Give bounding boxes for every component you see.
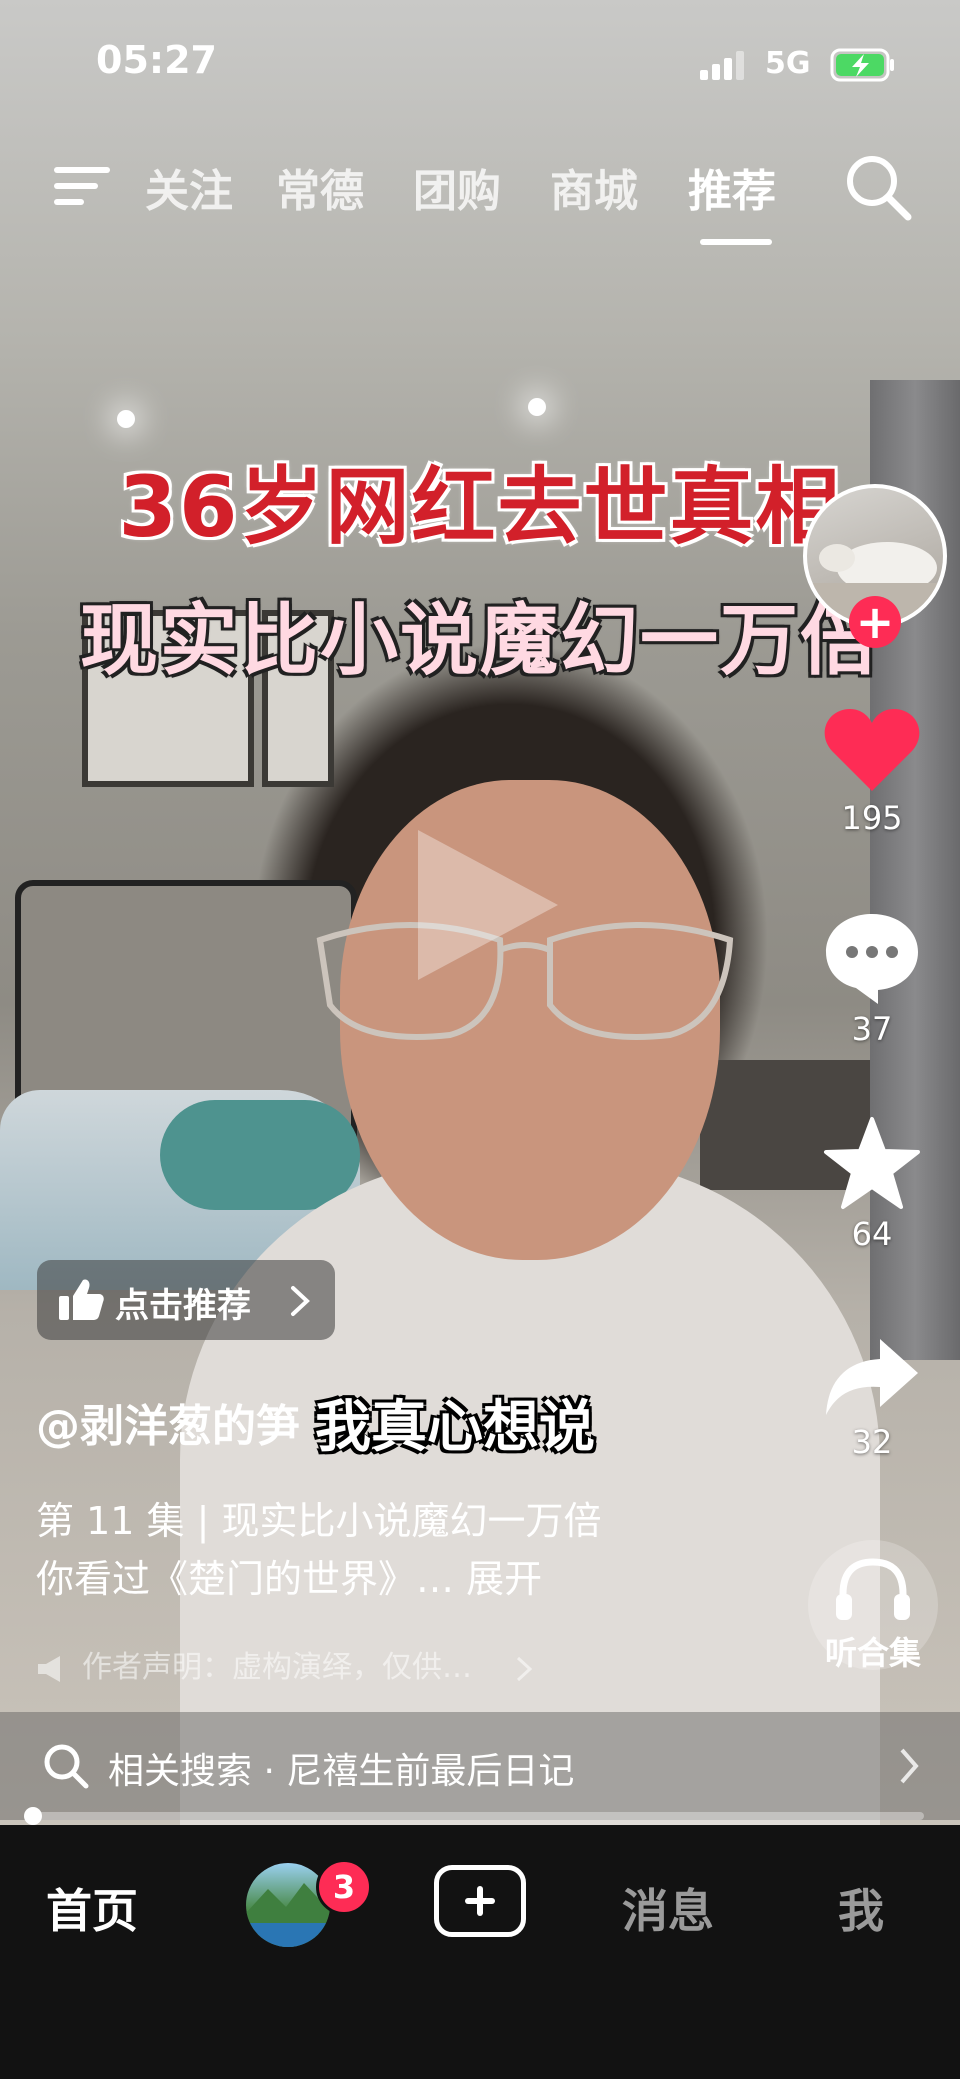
bottom-nav: 首页 3 消息 我	[0, 1825, 960, 2079]
create-button[interactable]	[434, 1865, 526, 1937]
nav-messages[interactable]: 消息	[622, 1875, 714, 1941]
related-search-text: 相关搜索 · 尼禧生前最后日记	[108, 1751, 575, 1792]
favorite-button[interactable]: 64	[812, 1115, 932, 1253]
headphones-icon	[836, 1558, 910, 1620]
battery-charging-icon	[830, 48, 894, 82]
heart-icon	[824, 709, 920, 791]
favorite-count: 64	[851, 1215, 893, 1253]
thumbs-up-icon	[59, 1279, 104, 1320]
status-bar: 05:27 5G	[0, 0, 960, 120]
status-time: 05:27	[96, 38, 217, 82]
disclaimer-text: 作者声明：虚构演绎，仅供…	[82, 1650, 472, 1685]
ceiling-light	[528, 398, 546, 416]
comment-button[interactable]: 37	[812, 910, 932, 1048]
active-tab-indicator	[700, 239, 772, 245]
comment-icon	[826, 914, 918, 1004]
like-count: 195	[841, 799, 903, 837]
follow-button[interactable]: +	[849, 596, 901, 648]
tab-recommend[interactable]: 推荐	[688, 155, 776, 219]
ceiling-light	[117, 410, 135, 428]
video-progress-bar[interactable]	[24, 1807, 924, 1825]
comment-count: 37	[851, 1010, 893, 1048]
nav-me[interactable]: 我	[838, 1875, 884, 1941]
chevron-right-icon	[900, 1748, 919, 1784]
pillow	[160, 1100, 360, 1210]
recommend-label: 点击推荐	[115, 1286, 251, 1326]
author-disclaimer[interactable]: 作者声明：虚构演绎，仅供…	[36, 1642, 534, 1686]
share-count: 32	[851, 1423, 893, 1461]
top-tab-bar: 关注 常德 团购 商城 推荐	[0, 145, 960, 245]
tab-local[interactable]: 常德	[276, 155, 364, 219]
tab-group-buy[interactable]: 团购	[413, 155, 501, 219]
progress-handle[interactable]	[24, 1807, 42, 1825]
nav-home[interactable]: 首页	[46, 1875, 138, 1941]
signal-icon	[700, 51, 744, 80]
episode-title[interactable]: 第 11 集 | 现实比小说魔幻一万倍	[36, 1490, 601, 1545]
star-icon	[824, 1117, 920, 1209]
tab-following[interactable]: 关注	[145, 155, 233, 219]
home-indicator	[320, 2047, 640, 2057]
friends-notification-badge: 3	[316, 1859, 372, 1915]
search-icon	[44, 1744, 89, 1789]
plus-icon	[465, 1886, 495, 1916]
share-button[interactable]: 32	[812, 1335, 932, 1461]
search-icon[interactable]	[842, 151, 914, 223]
like-button[interactable]: 195	[812, 705, 932, 837]
chevron-right-icon	[291, 1286, 310, 1316]
menu-icon[interactable]	[50, 161, 114, 211]
related-search-bar[interactable]: 相关搜索 · 尼禧生前最后日记	[0, 1712, 960, 1820]
share-icon	[826, 1339, 918, 1415]
recommend-button[interactable]: 点击推荐	[37, 1260, 335, 1340]
video-description[interactable]: 你看过《楚门的世界》… 展开	[36, 1548, 542, 1603]
play-icon[interactable]	[398, 820, 568, 990]
chevron-right-icon	[516, 1656, 532, 1681]
listen-collection-label[interactable]: 听合集	[800, 1628, 946, 1674]
network-type: 5G	[765, 46, 811, 81]
tab-mall[interactable]: 商城	[550, 155, 638, 219]
video-subtitle: 我真心想说	[315, 1395, 595, 1460]
megaphone-icon	[38, 1655, 60, 1682]
author-name[interactable]: @剥洋葱的笋	[36, 1390, 300, 1454]
